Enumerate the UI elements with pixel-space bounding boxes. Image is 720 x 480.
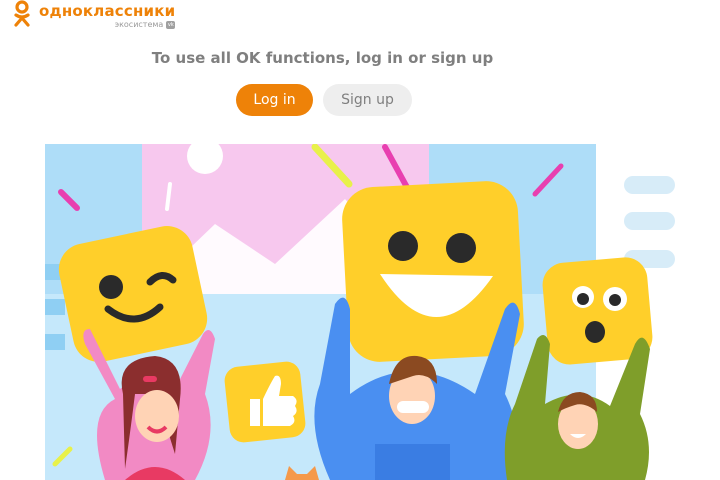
- login-button[interactable]: Log in: [236, 84, 313, 116]
- ok-logo-icon: [14, 0, 30, 27]
- promo-illustration: [45, 144, 675, 480]
- ok-logo[interactable]: одноклассники экосистема vk: [13, 0, 176, 32]
- logo-name: одноклассники: [39, 2, 176, 20]
- auth-headline: To use all OK functions, log in or sign …: [151, 49, 494, 67]
- logo-subtitle: экосистема: [114, 20, 164, 29]
- thumbs-up-icon: [224, 361, 306, 443]
- vk-badge-icon: vk: [166, 20, 176, 29]
- signup-button[interactable]: Sign up: [323, 84, 412, 116]
- auth-buttons: Log in Sign up: [236, 84, 412, 116]
